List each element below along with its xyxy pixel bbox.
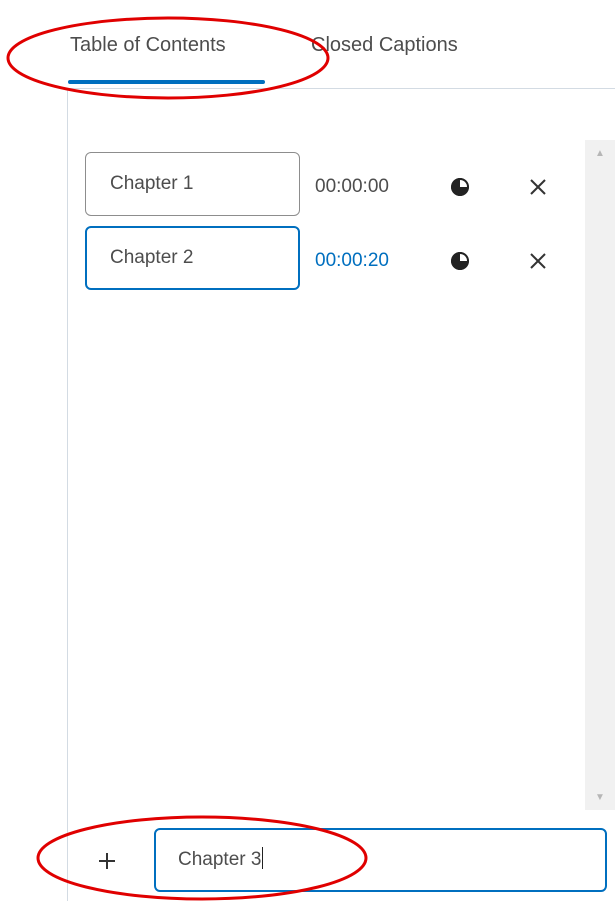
chapter-title-input[interactable]: Chapter 2 bbox=[85, 226, 300, 290]
chapter-timestamp[interactable]: 00:00:20 bbox=[315, 250, 389, 272]
new-chapter-input[interactable]: Chapter 3 bbox=[154, 828, 607, 892]
chevron-down-icon[interactable]: ▼ bbox=[585, 788, 615, 808]
chapter-title-input[interactable]: Chapter 1 bbox=[85, 152, 300, 216]
active-tab-indicator bbox=[68, 80, 265, 84]
tab-table-of-contents[interactable]: Table of Contents bbox=[70, 34, 226, 57]
close-icon[interactable] bbox=[525, 174, 551, 200]
table-of-contents-editor: Table of Contents Closed Captions ▲ ▼ Ch… bbox=[0, 0, 615, 901]
new-chapter-value: Chapter 3 bbox=[178, 849, 262, 870]
clock-icon[interactable] bbox=[451, 252, 469, 270]
tab-closed-captions[interactable]: Closed Captions bbox=[311, 34, 458, 57]
chapter-timestamp[interactable]: 00:00:00 bbox=[315, 176, 389, 198]
plus-icon[interactable] bbox=[94, 848, 120, 874]
text-cursor bbox=[262, 847, 264, 869]
chapter-row: Chapter 1 00:00:00 bbox=[85, 152, 575, 216]
scrollbar[interactable]: ▲ ▼ bbox=[585, 140, 615, 810]
chevron-up-icon[interactable]: ▲ bbox=[585, 144, 615, 164]
chapter-row: Chapter 2 00:00:20 bbox=[85, 226, 575, 290]
close-icon[interactable] bbox=[525, 248, 551, 274]
tab-bar: Table of Contents Closed Captions bbox=[0, 0, 615, 90]
clock-icon[interactable] bbox=[451, 178, 469, 196]
